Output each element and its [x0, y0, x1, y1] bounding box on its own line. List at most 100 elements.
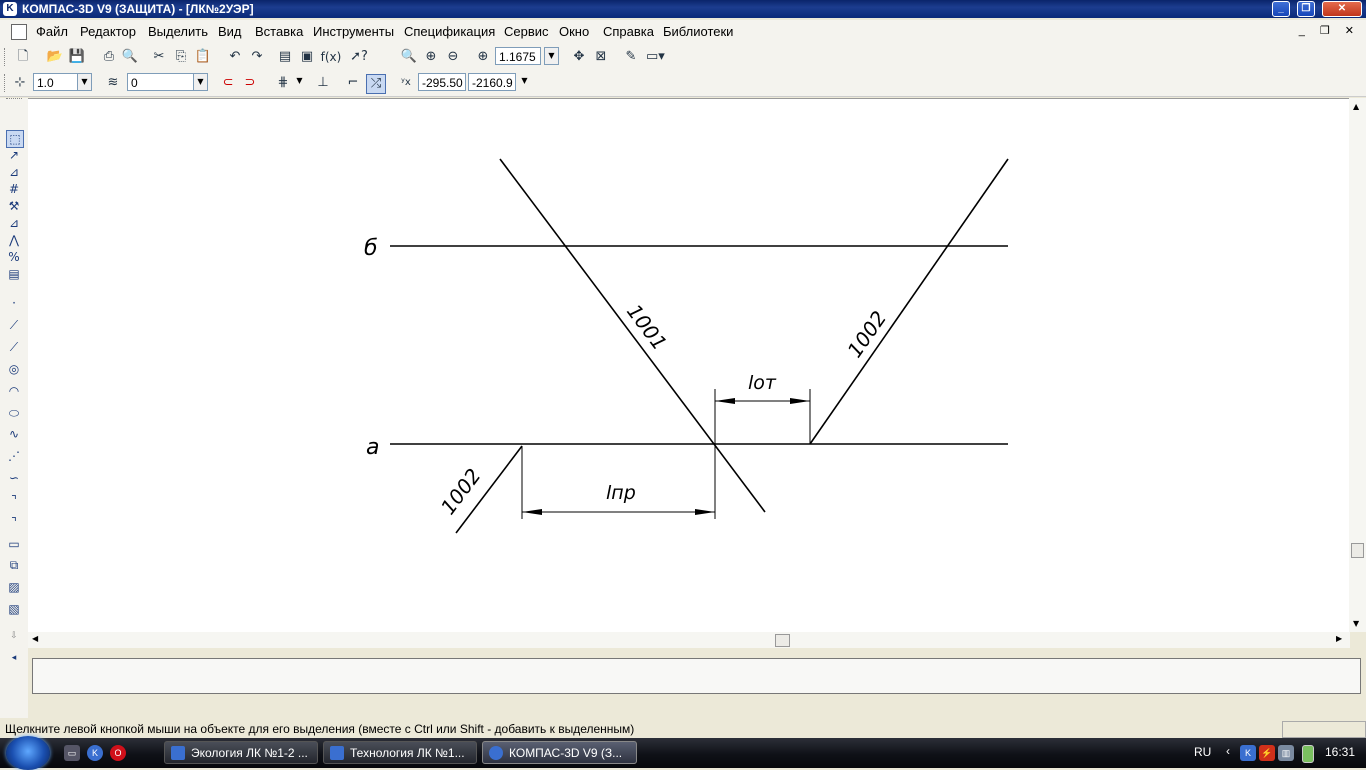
clock[interactable]: 16:31 [1325, 745, 1355, 759]
scroll-left-icon[interactable]: ◀ [32, 634, 38, 643]
line-1001[interactable] [499, 158, 766, 513]
panel-grip[interactable] [6, 98, 22, 102]
grid-icon[interactable]: ⋕ [274, 74, 292, 92]
menu-window[interactable]: Окно [559, 24, 589, 39]
snap-icon[interactable]: ⤮ [366, 74, 386, 94]
horizontal-scrollbar[interactable]: ◀ ▶ [28, 632, 1350, 648]
properties-icon[interactable]: ⊂ [219, 74, 237, 92]
close-icon[interactable]: ✕ [1322, 1, 1362, 17]
menu-tools[interactable]: Инструменты [313, 24, 394, 39]
kompas-quick-icon[interactable]: K [87, 745, 103, 761]
ortho-icon[interactable]: ⌐ [344, 74, 362, 92]
coord-dropdown-icon[interactable]: ▼ [517, 73, 532, 91]
opera-icon[interactable]: O [110, 745, 126, 761]
hatch-icon[interactable]: ▨ [6, 579, 22, 595]
show-desktop-icon[interactable]: ▭ [64, 745, 80, 761]
select-icon[interactable]: ⬚ [6, 130, 24, 148]
mdi-controls[interactable]: _ ❐ ✕ [1299, 24, 1360, 37]
network-icon[interactable]: ▥ [1278, 745, 1294, 761]
zoom-in-icon[interactable]: ⊕ [422, 48, 440, 66]
step-field[interactable]: 1.0 [33, 73, 78, 91]
zoom-scale-icon[interactable]: ⊕ [474, 48, 492, 66]
drawing-svg[interactable]: б а 1001 1002 1002 lот lпр [28, 99, 1350, 633]
coord-x-field[interactable]: -295.50 [418, 73, 466, 91]
table-icon[interactable]: # [6, 181, 22, 197]
macro-icon[interactable]: ⧉ [6, 557, 22, 573]
antivirus-icon[interactable]: ⚡ [1259, 745, 1275, 761]
zoom-dropdown-icon[interactable]: ▼ [544, 47, 559, 65]
layer-dropdown-icon[interactable]: ▼ [193, 73, 208, 91]
scroll-down-icon[interactable]: ▼ [1353, 619, 1359, 628]
horizontal-scroll-thumb[interactable] [775, 634, 790, 647]
minimize-icon[interactable]: _ [1272, 1, 1290, 17]
kompas-tray-icon[interactable]: K [1240, 745, 1256, 761]
local-cs-icon[interactable]: ⊥ [314, 74, 332, 92]
selection-icon[interactable]: % [6, 249, 22, 265]
zoom-out-icon[interactable]: ⊖ [444, 48, 462, 66]
menu-libraries[interactable]: Библиотеки [663, 24, 733, 39]
refresh-icon[interactable]: ✎ [622, 48, 640, 66]
zoom-fit-icon[interactable]: ⊠ [592, 48, 610, 66]
ellipse-icon[interactable]: ⬭ [6, 405, 22, 421]
circle-icon[interactable]: ◎ [6, 361, 22, 377]
task-kompas[interactable]: КОМПАС-3D V9 (З... [482, 741, 637, 764]
panel-collapse-icon[interactable]: ◂ [6, 650, 22, 666]
symbol-icon[interactable]: ⊿ [6, 164, 22, 180]
parametrize-icon[interactable]: ⊿ [6, 215, 22, 231]
vertical-scroll-thumb[interactable] [1351, 543, 1364, 558]
coord-y-field[interactable]: -2160.9 [468, 73, 516, 91]
toolbar-grip[interactable] [4, 48, 8, 66]
menu-editor[interactable]: Редактор [80, 24, 136, 39]
help-pointer-icon[interactable]: ➚? [350, 48, 368, 66]
title-bar[interactable]: K КОМПАС-3D V9 (ЗАЩИТА) - [ЛК№2УЭР] _ ❐ … [0, 0, 1366, 18]
step-dropdown-icon[interactable]: ▼ [77, 73, 92, 91]
polyline-icon[interactable]: ⋰ [6, 448, 22, 464]
fill-icon[interactable]: ▧ [6, 601, 22, 617]
scroll-right-icon[interactable]: ▶ [1336, 634, 1342, 643]
new-file-icon[interactable]: 🗋 [14, 48, 32, 66]
zoom-field[interactable]: 1.1675 [495, 47, 541, 65]
menu-select[interactable]: Выделить [148, 24, 208, 39]
cursor-step-icon[interactable]: ⊹ [11, 74, 29, 92]
measure-icon[interactable]: ⋀ [6, 232, 22, 248]
menu-insert[interactable]: Вставка [255, 24, 303, 39]
print-icon[interactable]: ⎙ [100, 48, 118, 66]
menu-file[interactable]: Файл [36, 24, 68, 39]
segment-icon[interactable]: ⟋ [6, 339, 22, 355]
undo-icon[interactable]: ↶ [226, 48, 244, 66]
document-icon[interactable] [11, 24, 27, 40]
point-icon[interactable]: · [6, 295, 22, 311]
paste-icon[interactable]: 📋 [194, 48, 212, 66]
layer-field[interactable]: 0 [127, 73, 195, 91]
task-ecology[interactable]: Экология ЛК №1-2 ... [164, 741, 318, 764]
task-technology[interactable]: Технология ЛК №1... [323, 741, 477, 764]
magnet-icon[interactable]: ⊃ [241, 74, 259, 92]
display-icon[interactable]: ▭▾ [646, 48, 665, 66]
chamfer-icon[interactable]: ⌝ [6, 492, 22, 508]
copy-icon[interactable]: ⎘ [172, 48, 190, 66]
bezier-icon[interactable]: ∽ [6, 470, 22, 486]
menu-specification[interactable]: Спецификация [404, 24, 495, 39]
cut-icon[interactable]: ✂ [150, 48, 168, 66]
vertical-scrollbar[interactable]: ▲ ▼ [1349, 98, 1366, 632]
rectangle-icon[interactable]: ▭ [6, 536, 22, 552]
toolbar-grip[interactable] [4, 74, 8, 92]
grid-dropdown-icon[interactable]: ▼ [292, 73, 307, 91]
menu-view[interactable]: Вид [218, 24, 242, 39]
pan-icon[interactable]: ✥ [570, 48, 588, 66]
line-1002-top[interactable] [809, 158, 1009, 445]
print-preview-icon[interactable]: 🔍 [121, 48, 139, 66]
edit-icon[interactable]: ⚒ [6, 198, 22, 214]
battery-icon[interactable] [1302, 745, 1314, 763]
restore-icon[interactable]: ❐ [1297, 1, 1315, 17]
panel-scroll-icon[interactable]: ⇩ [6, 628, 22, 644]
spline-icon[interactable]: ∿ [6, 426, 22, 442]
redo-icon[interactable]: ↷ [248, 48, 266, 66]
variables-icon[interactable]: ▣ [298, 48, 316, 66]
zoom-window-icon[interactable]: 🔍 [400, 48, 418, 66]
menu-service[interactable]: Сервис [504, 24, 549, 39]
menu-help[interactable]: Справка [603, 24, 654, 39]
layers-icon[interactable]: ≋ [104, 74, 122, 92]
language-indicator[interactable]: RU [1194, 745, 1211, 759]
drawing-area[interactable]: б а 1001 1002 1002 lот lпр [28, 98, 1350, 633]
